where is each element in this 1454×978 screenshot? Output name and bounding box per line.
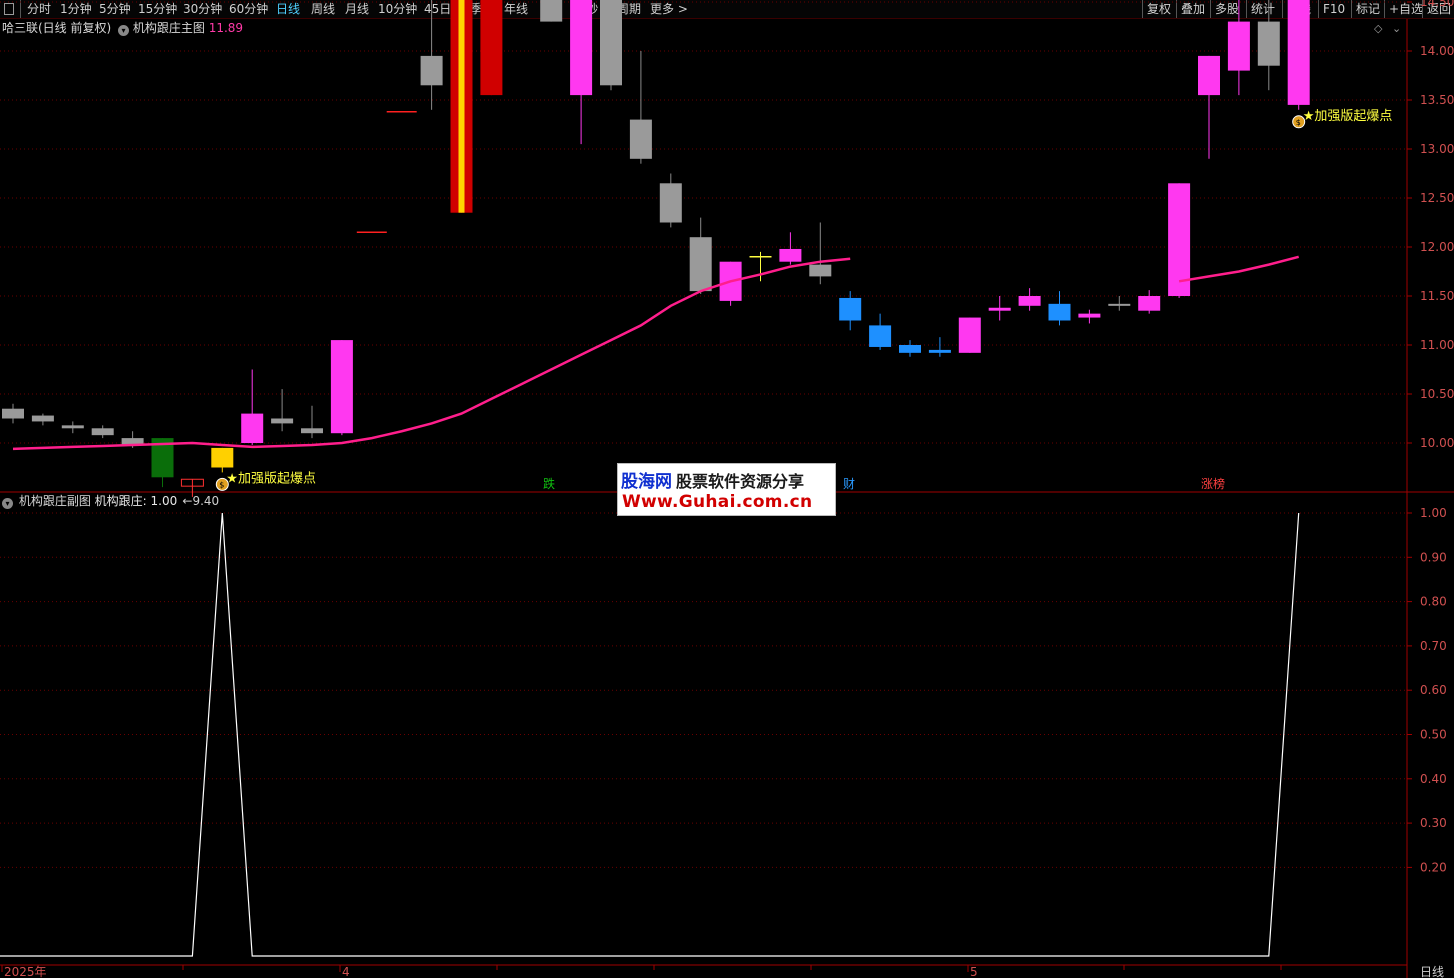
watermark: 股海网 股票软件资源分享 Www.Guhai.com.cn (617, 463, 836, 516)
candle (1048, 303, 1071, 321)
watermark-brand: 股海网 (621, 472, 672, 492)
indicator-value: 11.89 (208, 21, 244, 35)
x-tick-label: 5 (970, 965, 978, 978)
period-indicator: 日线 (1420, 965, 1444, 978)
candle (31, 415, 54, 422)
candle (928, 349, 951, 353)
candle (570, 0, 593, 96)
y-tick-label: 10.00 (1420, 436, 1454, 450)
candle (480, 0, 503, 96)
y-tick-label: 0.40 (1420, 772, 1447, 786)
y-tick-label: 0.20 (1420, 860, 1447, 874)
y-tick-label: 0.90 (1420, 550, 1447, 564)
candle (330, 340, 353, 434)
y-tick-label: 1.00 (1420, 506, 1447, 520)
sub-indicator-line (0, 512, 1300, 957)
sub-panel-title: ▾ 机构跟庄副图 机构跟庄: 1.00 (2, 493, 177, 509)
y-tick-label: 13.00 (1420, 142, 1454, 156)
y-tick-label: 0.30 (1420, 816, 1447, 830)
candle (241, 413, 264, 443)
candle (420, 55, 443, 86)
y-tick-label: 0.80 (1420, 595, 1447, 609)
candle (839, 297, 862, 321)
candle (809, 264, 832, 277)
chevron-down-icon[interactable]: ▾ (118, 25, 130, 36)
x-tick-label: 2025年 (4, 965, 47, 978)
chevron-down-icon: ⌄ (1392, 22, 1401, 35)
candle (1078, 313, 1101, 318)
candle-highlight (458, 0, 465, 213)
y-tick-label: 14.00 (1420, 44, 1454, 58)
candle (1257, 21, 1280, 66)
low-price-label: ←9.40 (182, 494, 219, 508)
y-tick-label: 0.50 (1420, 728, 1447, 742)
sub-series-label: 机构跟庄: 1.00 (94, 494, 178, 508)
candle (1018, 296, 1041, 306)
y-tick-label: 13.50 (1420, 93, 1454, 107)
candle (1198, 55, 1220, 96)
y-tick-label: 0.60 (1420, 683, 1447, 697)
candle (540, 0, 563, 22)
y-tick-label: 12.00 (1420, 240, 1454, 254)
y-tick-label: 14.50 (1420, 0, 1454, 9)
candle (2, 408, 24, 419)
event-tag: 财 (843, 477, 855, 491)
candle (301, 428, 323, 434)
y-tick-label: 10.50 (1420, 387, 1454, 401)
money-bag-icon: $ (1296, 118, 1301, 127)
ma-line (1178, 255, 1300, 283)
x-tick-label: 4 (342, 965, 350, 978)
candle (869, 325, 892, 347)
candle (779, 248, 802, 262)
candle (988, 307, 1011, 311)
y-tick-label: 0.70 (1420, 639, 1447, 653)
candle (689, 237, 712, 292)
money-bag-icon: $ (219, 480, 224, 489)
event-tag: 跌 (543, 476, 555, 491)
candle (271, 418, 294, 424)
chevron-down-icon[interactable]: ▾ (2, 498, 13, 509)
watermark-url: Www.Guhai.com.cn (622, 492, 813, 512)
indicator-name[interactable]: 机构跟庄主图 (133, 21, 205, 35)
y-tick-label: 11.50 (1420, 289, 1454, 303)
candle (958, 317, 981, 353)
signal-label: ★加强版起爆点 (1303, 109, 1393, 124)
candle (1287, 0, 1310, 105)
main-panel-title: 哈三联(日线 前复权) ▾ 机构跟庄主图 11.89 (2, 20, 243, 36)
candle (211, 447, 234, 468)
candle (629, 119, 652, 159)
candle (899, 345, 921, 353)
candle (1227, 21, 1250, 71)
candle (659, 183, 682, 223)
candle (600, 0, 622, 86)
y-tick-label: 11.00 (1420, 338, 1454, 352)
signal-label: ★加强版起爆点 (226, 471, 316, 486)
sub-indicator-name[interactable]: 机构跟庄副图 (19, 494, 91, 508)
candle (1138, 296, 1161, 311)
candle (1108, 303, 1131, 306)
diamond-icon: ◇ (1374, 22, 1383, 35)
stock-label[interactable]: 哈三联(日线 前复权) (2, 21, 111, 35)
event-tag: 涨榜 (1201, 476, 1225, 491)
candle (91, 428, 114, 436)
watermark-tagline: 股票软件资源分享 (676, 472, 805, 491)
candle (61, 425, 84, 429)
y-tick-label: 12.50 (1420, 191, 1454, 205)
